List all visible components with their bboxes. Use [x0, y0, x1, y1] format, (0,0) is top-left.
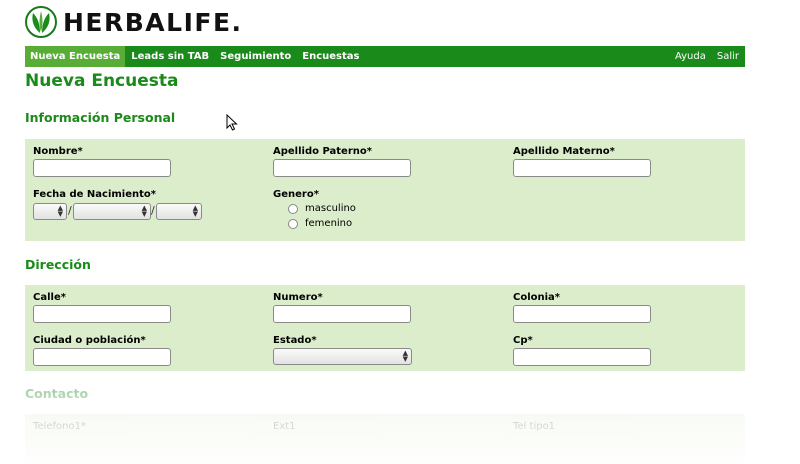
colonia-input[interactable] — [513, 305, 651, 323]
nav-item-ayuda[interactable]: Ayuda — [670, 46, 711, 67]
fecha-nacimiento-label: Fecha de Nacimiento* — [33, 189, 157, 200]
page-title: Nueva Encuesta — [25, 71, 179, 91]
apellido-materno-label: Apellido Materno* — [513, 146, 615, 157]
date-separator: / — [151, 204, 155, 217]
numero-label: Numero* — [273, 292, 323, 303]
contact-panel: Telefono1* Ext1 Tel tipo1 — [25, 414, 745, 464]
date-separator: / — [68, 204, 72, 217]
birth-month-select[interactable]: ▲ ▼ — [73, 203, 151, 220]
personal-info-panel: Nombre* Apellido Paterno* Apellido Mater… — [25, 139, 745, 241]
nav-item-leads-sin-tab[interactable]: Leads sin TAB — [126, 46, 214, 67]
mouse-cursor-icon — [226, 114, 238, 131]
ext-label: Ext1 — [273, 421, 296, 432]
genero-label: Genero* — [273, 189, 319, 200]
nombre-input[interactable] — [33, 159, 171, 177]
tel-tipo-label: Tel tipo1 — [513, 421, 556, 432]
femenino-label: femenino — [305, 218, 353, 229]
section-title-personal: Información Personal — [25, 110, 176, 125]
cp-label: Cp* — [513, 335, 533, 346]
select-arrows-icon: ▲ ▼ — [192, 204, 198, 218]
select-arrows-icon: ▲ ▼ — [57, 204, 63, 218]
radio-femenino[interactable] — [288, 218, 298, 229]
select-arrows-icon: ▲ ▼ — [402, 349, 408, 363]
colonia-label: Colonia* — [513, 292, 561, 303]
section-title-direccion: Dirección — [25, 257, 91, 272]
radio-masculino[interactable] — [288, 203, 298, 214]
nombre-label: Nombre* — [33, 146, 83, 157]
nav-item-encuestas[interactable]: Encuestas — [297, 46, 364, 67]
nav-item-seguimiento[interactable]: Seguimiento — [215, 46, 296, 67]
numero-input[interactable] — [273, 305, 411, 323]
nav-item-nueva-encuesta[interactable]: Nueva Encuesta — [25, 46, 126, 67]
main-nav: Nueva Encuesta Leads sin TAB Seguimiento… — [25, 46, 745, 67]
herbalife-logo: HERBALIFE. — [25, 6, 243, 38]
birth-day-select[interactable]: ▲ ▼ — [33, 203, 67, 220]
birth-year-select[interactable]: ▲ ▼ — [156, 203, 202, 220]
gender-option-femenino[interactable]: femenino — [288, 218, 352, 229]
calle-input[interactable] — [33, 305, 171, 323]
cp-input[interactable] — [513, 348, 651, 366]
ciudad-label: Ciudad o población* — [33, 335, 146, 346]
herbalife-leaf-icon — [25, 6, 57, 38]
apellido-materno-input[interactable] — [513, 159, 651, 177]
gender-option-masculino[interactable]: masculino — [288, 203, 356, 214]
brand-name: HERBALIFE. — [63, 7, 243, 37]
telefono-label: Telefono1* — [33, 421, 86, 432]
address-panel: Calle* Numero* Colonia* Ciudad o poblaci… — [25, 285, 745, 371]
calle-label: Calle* — [33, 292, 66, 303]
masculino-label: masculino — [305, 203, 356, 214]
apellido-paterno-input[interactable] — [273, 159, 411, 177]
nav-item-salir[interactable]: Salir — [712, 46, 744, 67]
section-title-contacto: Contacto — [25, 386, 89, 401]
apellido-paterno-label: Apellido Paterno* — [273, 146, 372, 157]
estado-label: Estado* — [273, 335, 317, 346]
select-arrows-icon: ▲ ▼ — [141, 204, 147, 218]
ciudad-input[interactable] — [33, 348, 171, 366]
estado-select[interactable]: ▲ ▼ — [273, 348, 412, 365]
